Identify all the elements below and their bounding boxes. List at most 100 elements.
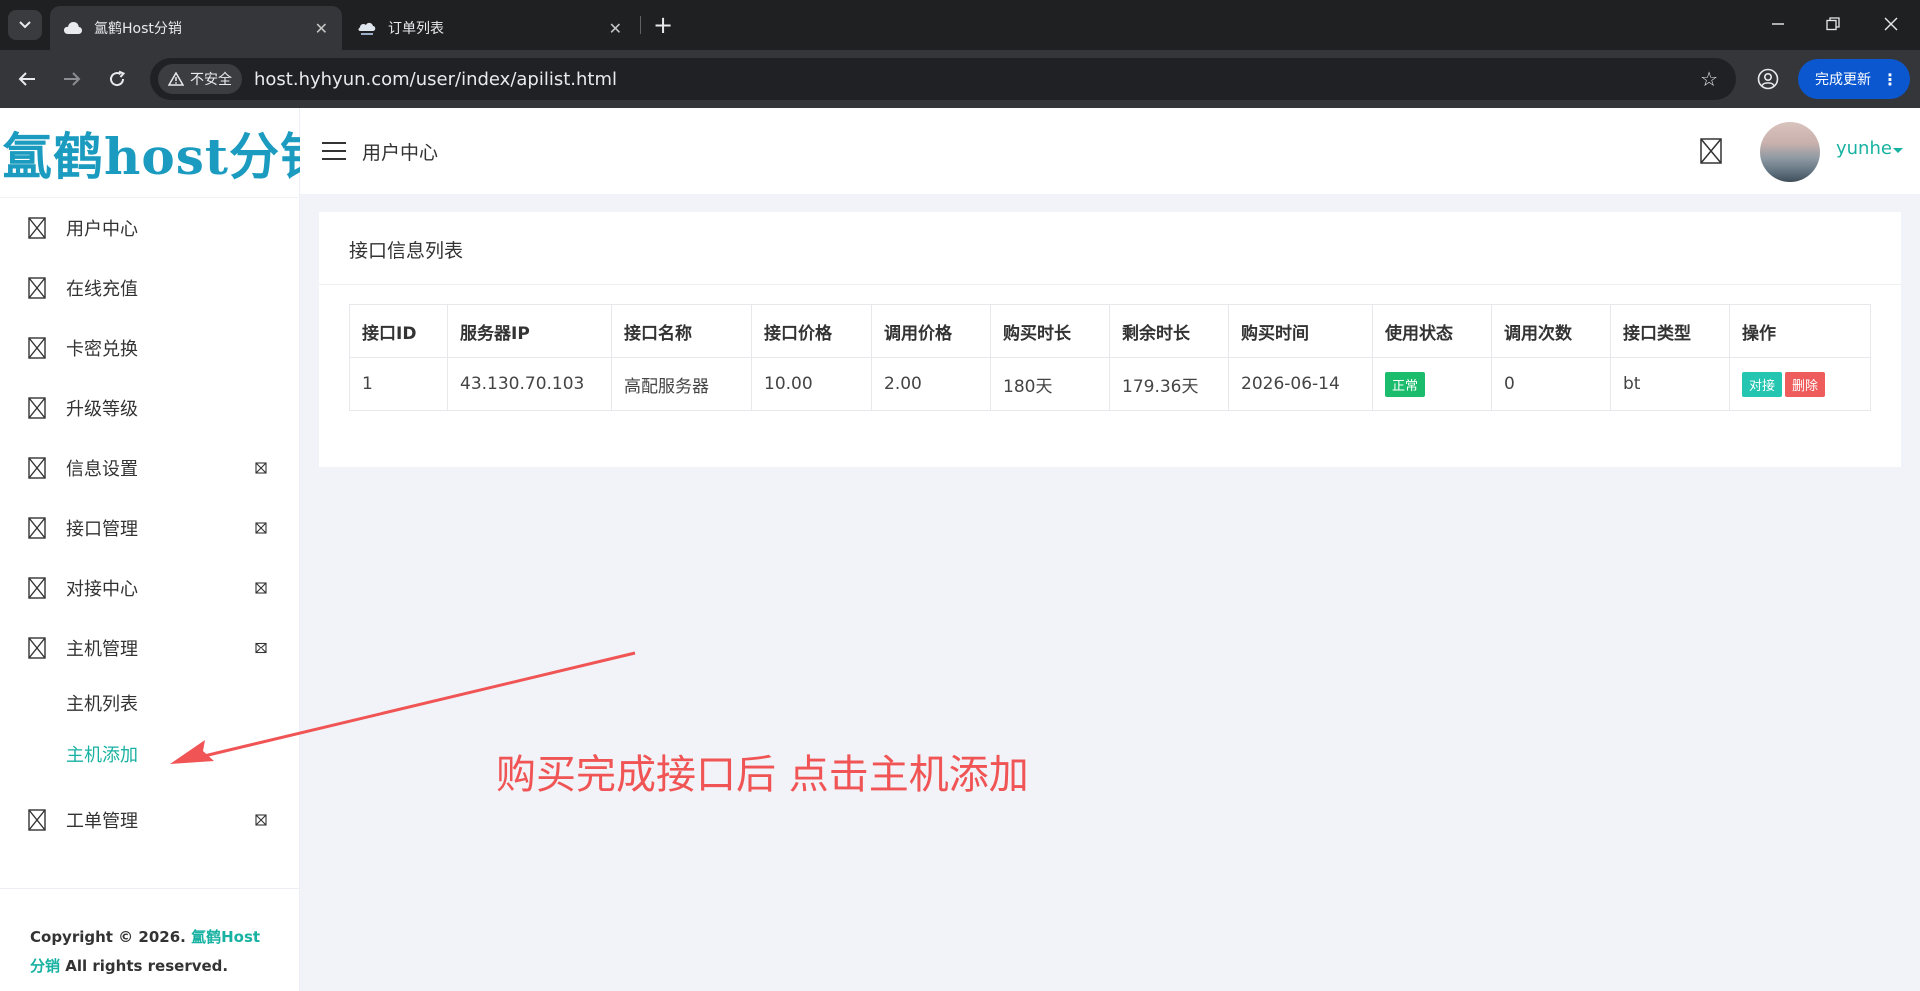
broken-image-icon (28, 809, 46, 831)
tab-title: 氲鹤Host分销 (94, 21, 182, 37)
forward-icon[interactable] (56, 63, 88, 95)
cell-type: bt (1610, 357, 1730, 411)
warning-icon (168, 72, 184, 86)
close-tab-icon[interactable]: ✕ (609, 19, 622, 38)
site-favicon-icon (358, 19, 376, 37)
table-header-row: 接口ID 服务器IP 接口名称 接口价格 调用价格 购买时长 剩余时长 购买时间… (349, 304, 1871, 358)
close-tab-icon[interactable]: ✕ (315, 19, 328, 38)
expand-arrow-icon (255, 814, 267, 826)
reload-icon[interactable] (101, 63, 133, 95)
security-label: 不安全 (190, 72, 232, 88)
column-header: 操作 (1729, 304, 1871, 358)
top-header: 用户中心 yunhe (300, 108, 1920, 194)
broken-image-icon (28, 217, 46, 239)
broken-image-icon (28, 277, 46, 299)
annotation-text: 购买完成接口后 点击主机添加 (496, 752, 1029, 798)
username[interactable]: yunhe (1836, 138, 1892, 159)
profile-icon[interactable] (1753, 64, 1783, 94)
divider (319, 284, 1901, 285)
browser-tab-bar: 氲鹤Host分销 ✕ 订单列表 ✕ + (0, 0, 1920, 50)
sidebar-item-info-settings[interactable]: 信息设置 (0, 438, 300, 498)
tab-separator (640, 16, 641, 34)
copyright-prefix: Copyright © 2026. (30, 928, 186, 946)
chevron-down-icon (19, 21, 31, 29)
column-header: 接口ID (349, 304, 448, 358)
broken-image-icon (28, 517, 46, 539)
broken-image-icon (28, 457, 46, 479)
minimize-icon[interactable] (1758, 8, 1798, 40)
bookmark-star-icon[interactable]: ☆ (1700, 67, 1718, 91)
broken-image-icon[interactable] (1700, 138, 1722, 164)
sidebar: 氲鹤host分销 用户中心 在线充值 卡密兑换 升级等级 信息设置 接口管理 对… (0, 108, 330, 991)
expand-arrow-icon (255, 462, 267, 474)
column-header: 服务器IP (447, 304, 612, 358)
sidebar-item-label: 主机管理 (66, 639, 138, 660)
sidebar-item-api-management[interactable]: 接口管理 (0, 498, 300, 558)
sidebar-subitem-host-list[interactable]: 主机列表 (66, 690, 138, 716)
broken-image-icon (28, 637, 46, 659)
tab-search-button[interactable] (8, 10, 42, 40)
sidebar-item-label: 信息设置 (66, 459, 138, 480)
cell-id: 1 (349, 357, 448, 411)
column-header: 调用次数 (1491, 304, 1611, 358)
restore-icon[interactable] (1813, 8, 1853, 40)
sidebar-item-upgrade[interactable]: 升级等级 (0, 378, 300, 438)
cell-status: 正常 (1372, 357, 1492, 411)
browser-tab-inactive[interactable]: 订单列表 ✕ (344, 6, 636, 50)
close-window-icon[interactable] (1871, 8, 1911, 40)
broken-image-icon (28, 577, 46, 599)
sidebar-item-ticket-management[interactable]: 工单管理 (0, 790, 300, 850)
sidebar-footer: Copyright © 2026. 氲鹤Host分销 All rights re… (0, 888, 300, 981)
column-header: 接口类型 (1610, 304, 1730, 358)
expand-arrow-icon (255, 522, 267, 534)
cell-buy-time: 2026-06-14 (1228, 357, 1373, 411)
cell-name: 高配服务器 (611, 357, 752, 411)
dock-button[interactable]: 对接 (1742, 371, 1783, 397)
cell-actions: 对接 删除 (1729, 357, 1871, 411)
avatar[interactable] (1760, 122, 1820, 182)
sidebar-item-label: 对接中心 (66, 579, 138, 600)
table-row: 1 43.130.70.103 高配服务器 10.00 2.00 180天 17… (349, 357, 1871, 411)
more-menu-icon[interactable]: ⋮ (1882, 70, 1898, 89)
sidebar-item-label: 卡密兑换 (66, 339, 138, 360)
cloud-icon (64, 19, 82, 37)
cell-ip: 43.130.70.103 (447, 357, 612, 411)
cell-calls: 0 (1491, 357, 1611, 411)
column-header: 剩余时长 (1109, 304, 1229, 358)
sidebar-item-label: 接口管理 (66, 519, 138, 540)
cell-price: 10.00 (751, 357, 872, 411)
sidebar-item-label: 用户中心 (66, 219, 138, 240)
delete-button[interactable]: 删除 (1785, 371, 1826, 397)
column-header: 接口价格 (751, 304, 872, 358)
column-header: 使用状态 (1372, 304, 1492, 358)
url-text[interactable]: host.hyhyun.com/user/index/apilist.html (254, 69, 617, 90)
site-logo[interactable]: 氲鹤host分销 (0, 108, 330, 198)
cell-remaining: 179.36天 (1109, 357, 1229, 411)
security-chip[interactable]: 不安全 (158, 64, 242, 94)
back-icon[interactable] (11, 63, 43, 95)
broken-image-icon (28, 397, 46, 419)
page: 氲鹤host分销 用户中心 在线充值 卡密兑换 升级等级 信息设置 接口管理 对… (0, 108, 1920, 991)
sidebar-item-card-redeem[interactable]: 卡密兑换 (0, 318, 300, 378)
sidebar-item-host-management[interactable]: 主机管理 (0, 618, 300, 678)
column-header: 购买时长 (990, 304, 1110, 358)
browser-tab-active[interactable]: 氲鹤Host分销 ✕ (50, 6, 342, 50)
sidebar-subitem-host-add[interactable]: 主机添加 (66, 741, 138, 767)
api-table: 接口ID 服务器IP 接口名称 接口价格 调用价格 购买时长 剩余时长 购买时间… (349, 304, 1871, 411)
menu-toggle-icon[interactable] (322, 142, 346, 160)
collapse-arrow-icon (255, 642, 267, 654)
caret-down-icon[interactable] (1893, 148, 1903, 153)
browser-toolbar: 不安全 host.hyhyun.com/user/index/apilist.h… (0, 50, 1920, 108)
cell-call-price: 2.00 (871, 357, 991, 411)
update-button[interactable]: 完成更新 ⋮ (1798, 59, 1910, 99)
update-label: 完成更新 (1815, 72, 1871, 88)
sidebar-item-recharge[interactable]: 在线充值 (0, 258, 300, 318)
column-header: 购买时间 (1228, 304, 1373, 358)
sidebar-item-user-center[interactable]: 用户中心 (0, 198, 300, 258)
address-bar[interactable]: 不安全 host.hyhyun.com/user/index/apilist.h… (150, 58, 1736, 100)
breadcrumb: 用户中心 (362, 142, 439, 164)
sidebar-item-docking-center[interactable]: 对接中心 (0, 558, 300, 618)
new-tab-button[interactable]: + (648, 10, 678, 40)
sidebar-item-label: 工单管理 (66, 811, 138, 832)
sidebar-item-label: 在线充值 (66, 279, 138, 300)
